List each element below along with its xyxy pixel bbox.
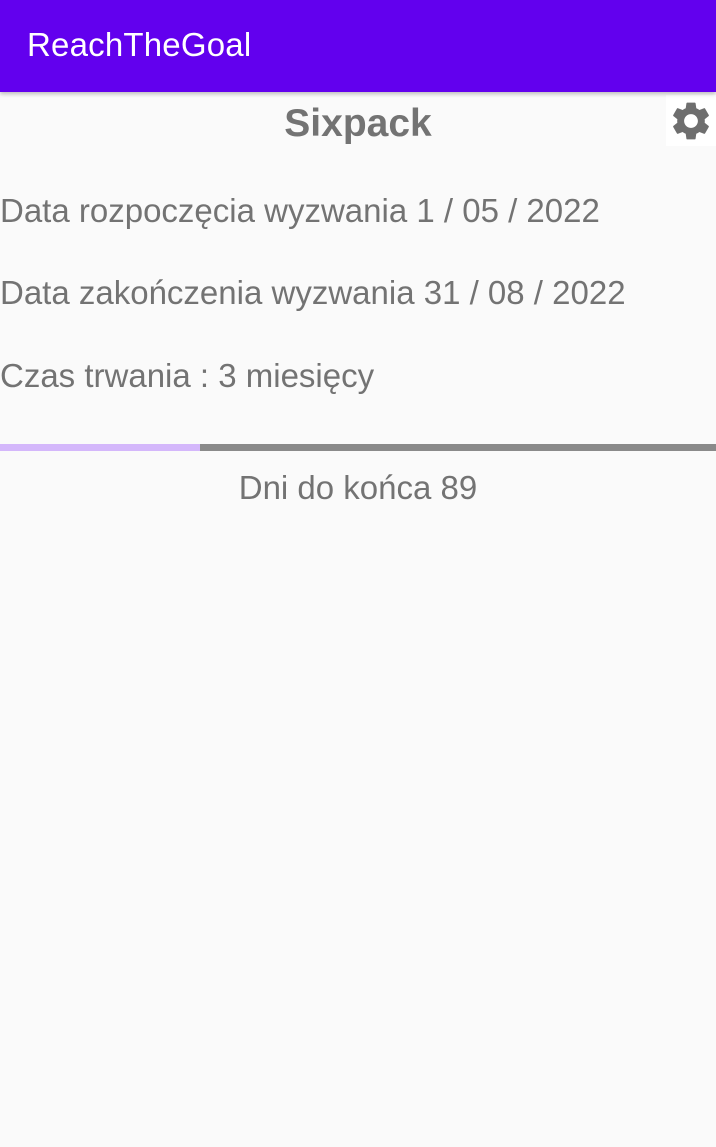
goal-detail-screen: Sixpack Data rozpoczęcia wyzwania 1 / 05…	[0, 92, 716, 1147]
settings-button[interactable]	[666, 95, 716, 146]
app-bar: ReachTheGoal	[0, 0, 716, 92]
progress-bar-fill	[0, 444, 201, 451]
start-date-label: Data rozpoczęcia wyzwania 1 / 05 / 2022	[0, 192, 600, 229]
app-title: ReachTheGoal	[27, 26, 252, 63]
duration-label: Czas trwania : 3 miesięcy	[0, 357, 375, 394]
end-date-label: Data zakończenia wyzwania 31 / 08 / 2022	[0, 274, 626, 311]
gear-icon	[673, 102, 709, 139]
goal-title: Sixpack	[284, 102, 432, 145]
days-left-label: Dni do końca 89	[238, 469, 478, 506]
progress-bar	[0, 444, 716, 451]
